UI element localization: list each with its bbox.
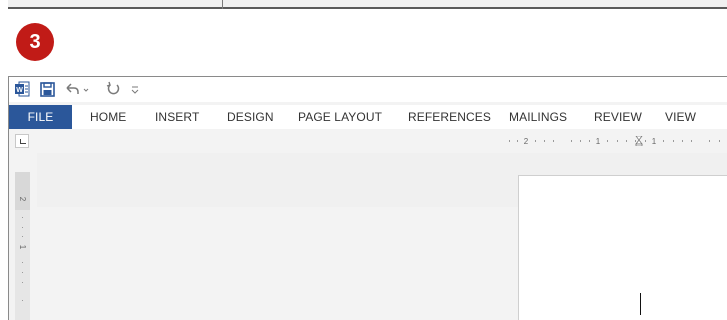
indent-marker-icon (635, 136, 643, 146)
tab-file[interactable]: FILE (9, 105, 72, 129)
tab-mailings[interactable]: MAILINGS (509, 105, 567, 129)
ruler-number: 1 (18, 245, 27, 250)
horizontal-ruler[interactable]: 2 1 1 (507, 136, 727, 146)
tab-view[interactable]: VIEW (665, 105, 696, 129)
ruler-number: 2 (524, 137, 529, 146)
tab-insert[interactable]: INSERT (155, 105, 199, 129)
previous-window-strip (8, 0, 727, 9)
ruler-number: 1 (596, 137, 601, 146)
strip-divider (222, 0, 223, 9)
tab-review[interactable]: REVIEW (594, 105, 642, 129)
text-cursor (640, 293, 641, 315)
ruler-row: 2 1 1 (9, 129, 727, 153)
svg-text:W: W (16, 87, 23, 94)
vertical-ruler[interactable]: 2 1 (15, 172, 30, 320)
document-page[interactable] (518, 175, 727, 320)
ribbon-tabs: FILE HOME INSERT DESIGN PAGE LAYOUT REFE… (9, 105, 727, 129)
document-area[interactable] (37, 153, 727, 320)
tab-home[interactable]: HOME (90, 105, 126, 129)
tab-design[interactable]: DESIGN (227, 105, 274, 129)
redo-icon[interactable] (103, 81, 123, 97)
save-icon[interactable] (39, 81, 55, 97)
word-logo-icon[interactable]: W (14, 81, 30, 97)
ruler-number: 2 (18, 197, 27, 202)
chevron-down-icon (83, 88, 89, 92)
tab-page-layout[interactable]: PAGE LAYOUT (298, 105, 382, 129)
ruler-number: 1 (652, 137, 657, 146)
tab-stop-selector[interactable] (15, 134, 29, 148)
undo-icon (66, 83, 79, 94)
quick-access-toolbar: W (9, 77, 727, 102)
tab-references[interactable]: REFERENCES (408, 105, 491, 129)
customize-qat-icon[interactable] (129, 81, 141, 97)
undo-button[interactable] (63, 81, 93, 97)
step-number-badge: 3 (16, 23, 54, 61)
word-window: W FILE HOME INSERT DESIGN PAGE LAYOUT RE… (8, 76, 727, 320)
left-tab-icon (20, 139, 26, 144)
